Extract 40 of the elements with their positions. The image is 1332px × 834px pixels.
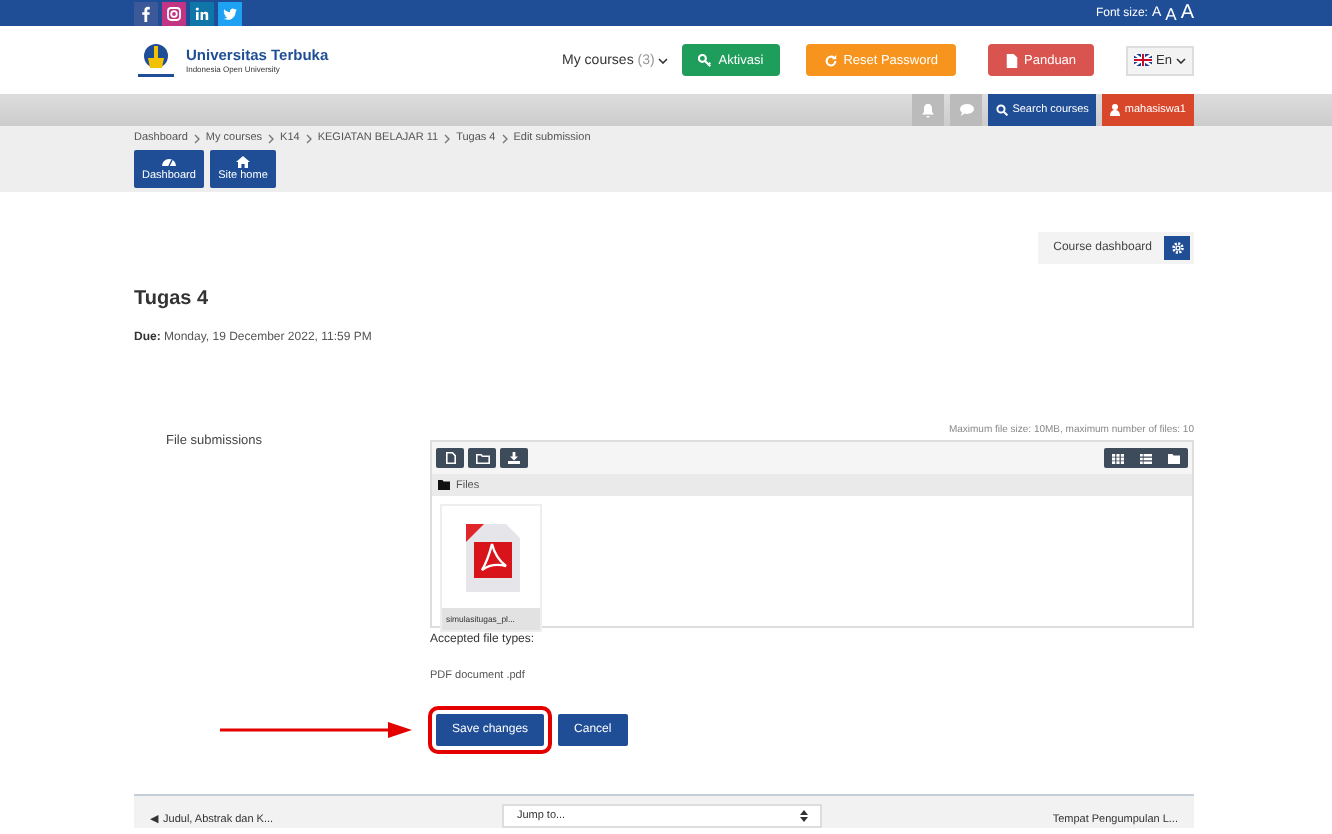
- bell-icon: [922, 103, 935, 117]
- chevron-right-icon: [193, 133, 200, 143]
- download-icon: [508, 452, 520, 464]
- grid-icon: [1112, 453, 1124, 463]
- file-icon: [445, 452, 455, 464]
- folder-icon: [475, 453, 489, 463]
- chevron-right-icon: [444, 133, 451, 143]
- caret-icon: [658, 57, 669, 63]
- font-size-option[interactable]: A: [1180, 2, 1194, 24]
- chevron-right-icon: [501, 133, 508, 143]
- search-icon: [996, 104, 1009, 116]
- page-title: Tugas 4: [134, 288, 211, 310]
- create-folder-button[interactable]: [468, 448, 496, 468]
- user-icon: [1110, 104, 1121, 116]
- document-icon: [1006, 53, 1019, 67]
- gauge-icon: [162, 156, 176, 168]
- list-icon: [1140, 453, 1152, 463]
- chevron-right-icon: [268, 133, 275, 143]
- download-button[interactable]: [500, 448, 528, 468]
- font-size-option[interactable]: A: [1165, 3, 1177, 23]
- home-icon: [236, 156, 250, 168]
- facebook-icon[interactable]: [134, 1, 158, 25]
- instagram-icon[interactable]: [162, 1, 186, 25]
- pdf-file-icon: [461, 521, 521, 593]
- chevron-right-icon: [305, 133, 312, 143]
- arrow-annotation-icon: [220, 722, 412, 738]
- folder-icon: [438, 480, 450, 490]
- folder-icon: [1168, 453, 1180, 463]
- refresh-icon: [823, 53, 838, 67]
- uk-flag-icon: [1134, 54, 1153, 66]
- linkedin-icon[interactable]: [190, 1, 214, 25]
- twitter-icon[interactable]: [218, 1, 242, 25]
- caret-icon: [1176, 57, 1186, 63]
- university-logo-icon: [134, 40, 178, 80]
- sort-arrows-icon: [800, 810, 809, 822]
- add-file-button[interactable]: [436, 448, 464, 468]
- key-icon: [698, 53, 713, 67]
- chat-icon: [959, 104, 974, 116]
- settings-icon: [1171, 242, 1183, 254]
- settings-button[interactable]: [1164, 236, 1190, 260]
